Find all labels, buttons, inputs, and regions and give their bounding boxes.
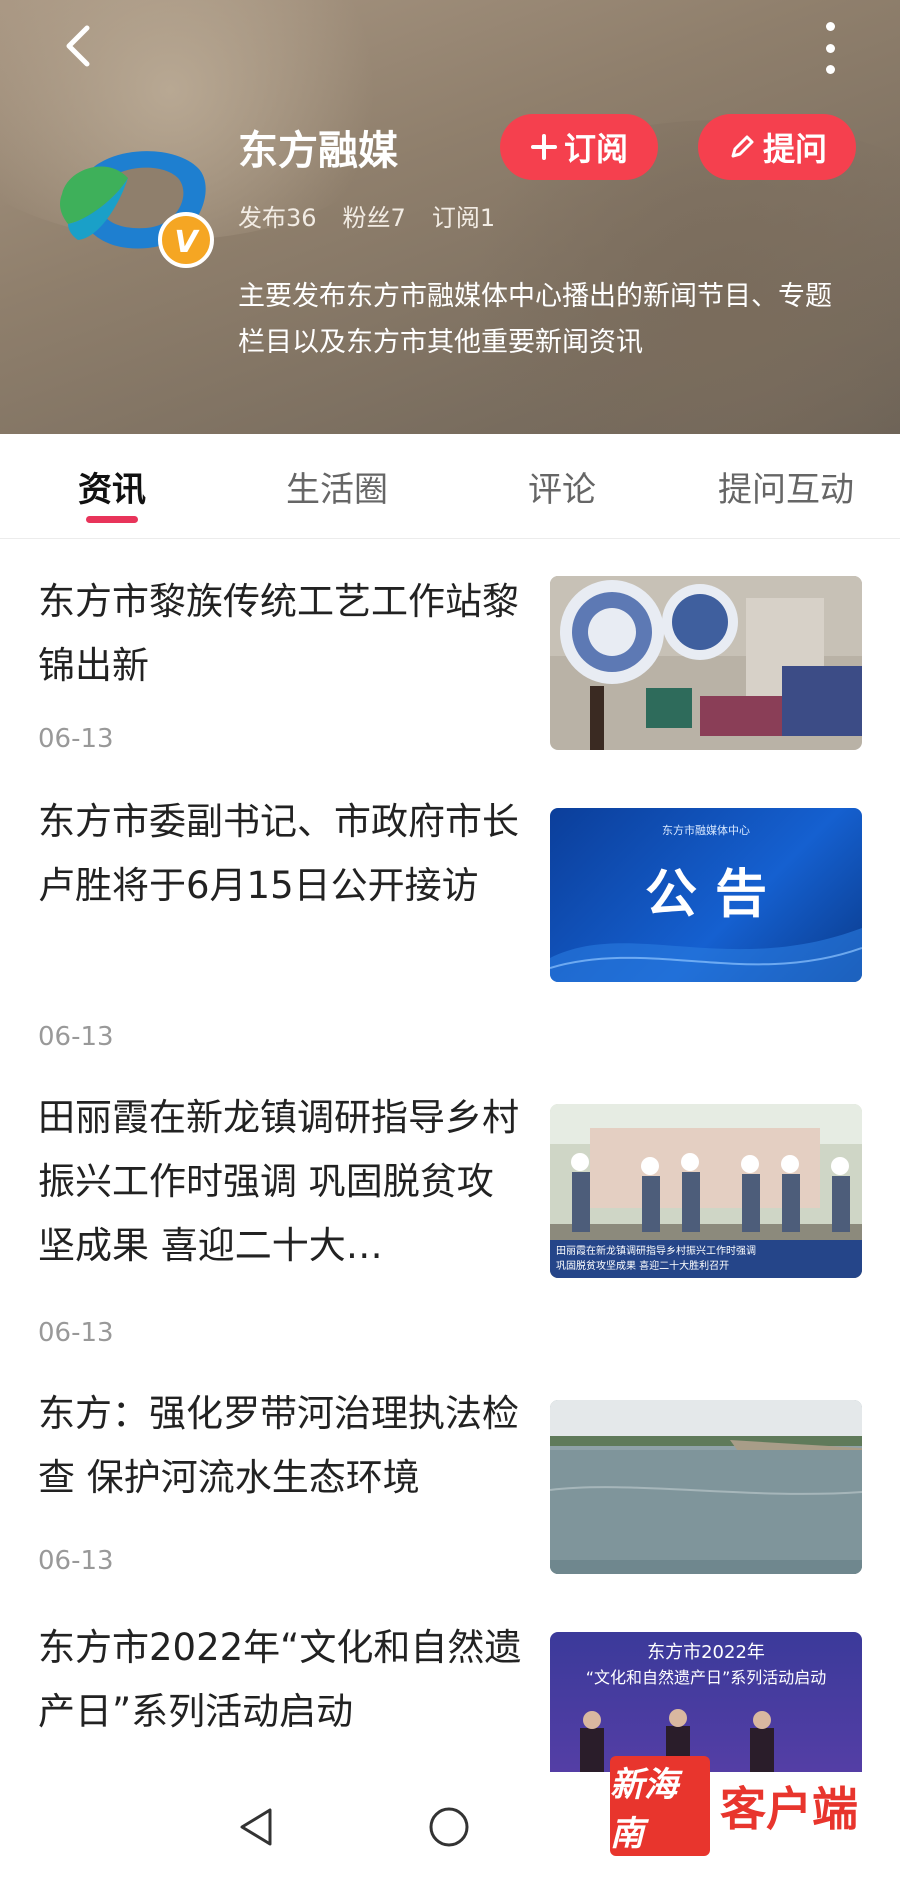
chevron-left-icon [66,25,90,67]
news-item[interactable]: 东方：强化罗带河治理执法检查 保护河流水生态环境 06-13 [0,1362,900,1598]
news-title[interactable]: 东方市黎族传统工艺工作站黎锦出新 [38,570,526,698]
more-dot-icon [825,22,835,31]
back-button[interactable] [54,22,102,70]
news-item[interactable]: 东方市黎族传统工艺工作站黎锦出新 06-13 [0,552,900,772]
tab-comments[interactable]: 评论 [528,462,596,511]
subscribe-label: 订阅 [563,130,628,168]
profile-header: V 东方融媒 发布36 粉丝7 订阅1 主要发布东方市融媒体中心播出的新闻节目、… [0,0,900,434]
active-tab-indicator [86,516,138,523]
thumb-notice-text: 公 告 [644,865,768,925]
more-dot-icon [825,65,835,74]
watermark-text: 客户端 [720,1782,858,1836]
news-item[interactable]: 东方市委副书记、市政府市长卢胜将于6月15日公开接访 06-13 东方市融媒体中… [0,770,900,1068]
thumb-caption: 东方市融媒体中心 [662,824,750,837]
news-date: 06-13 [38,1022,114,1052]
channel-description: 主要发布东方市融媒体中心播出的新闻节目、专题栏目以及东方市其他重要新闻资讯 [238,281,832,358]
subscribed-count[interactable]: 订阅1 [432,198,495,233]
plus-icon [530,134,557,160]
news-date: 06-13 [38,1546,114,1576]
nav-back-icon[interactable] [236,1806,276,1848]
subscribe-button[interactable]: 订阅 [500,114,658,180]
tab-bar: 资讯 生活圈 评论 提问互动 [0,434,900,539]
news-title[interactable]: 田丽霞在新龙镇调研指导乡村振兴工作时强调 巩固脱贫攻坚成果 喜迎二十大… [38,1086,526,1278]
news-title[interactable]: 东方市委副书记、市政府市长卢胜将于6月15日公开接访 [38,790,526,918]
fans-count[interactable]: 粉丝7 [343,198,406,233]
app-watermark: 新海南 客户端 [610,1756,900,1856]
thumb-caption: 田丽霞在新龙镇调研指导乡村振兴工作时强调 巩固脱贫攻坚成果 喜迎二十大胜利召开 [556,1244,856,1274]
ask-question-button[interactable]: 提问 [698,114,856,180]
thumb-caption-line: 田丽霞在新龙镇调研指导乡村振兴工作时强调 [556,1246,756,1257]
watermark-logo: 新海南 [610,1756,710,1856]
tab-qa-interaction[interactable]: 提问互动 [718,462,854,511]
more-dot-icon [825,43,835,53]
news-item[interactable]: 田丽霞在新龙镇调研指导乡村振兴工作时强调 巩固脱贫攻坚成果 喜迎二十大… 06-… [0,1066,900,1364]
thumb-caption-line: 巩固脱贫攻坚成果 喜迎二十大胜利召开 [556,1261,730,1272]
more-options-button[interactable] [812,22,848,74]
news-thumbnail[interactable] [550,576,862,750]
news-date: 06-13 [38,1318,114,1348]
pencil-icon [731,135,754,158]
news-title[interactable]: 东方：强化罗带河治理执法检查 保护河流水生态环境 [38,1382,526,1510]
ask-label: 提问 [762,130,827,168]
channel-stats: 发布36 粉丝7 订阅1 [238,198,495,233]
news-title[interactable]: 东方市2022年“文化和自然遗产日”系列活动启动 [38,1616,526,1744]
channel-logo: V [58,128,216,268]
news-thumbnail[interactable]: 东方市融媒体中心 公 告 [550,808,862,982]
tab-life-circle[interactable]: 生活圈 [286,462,388,511]
nav-home-icon[interactable] [428,1806,470,1848]
channel-name: 东方融媒 [238,128,398,174]
news-thumbnail[interactable] [550,1400,862,1574]
tab-news[interactable]: 资讯 [78,462,146,511]
verified-badge: V [174,225,200,260]
published-count[interactable]: 发布36 [238,198,317,233]
news-thumbnail[interactable]: 田丽霞在新龙镇调研指导乡村振兴工作时强调 巩固脱贫攻坚成果 喜迎二十大胜利召开 [550,1104,862,1278]
news-date: 06-13 [38,724,114,754]
